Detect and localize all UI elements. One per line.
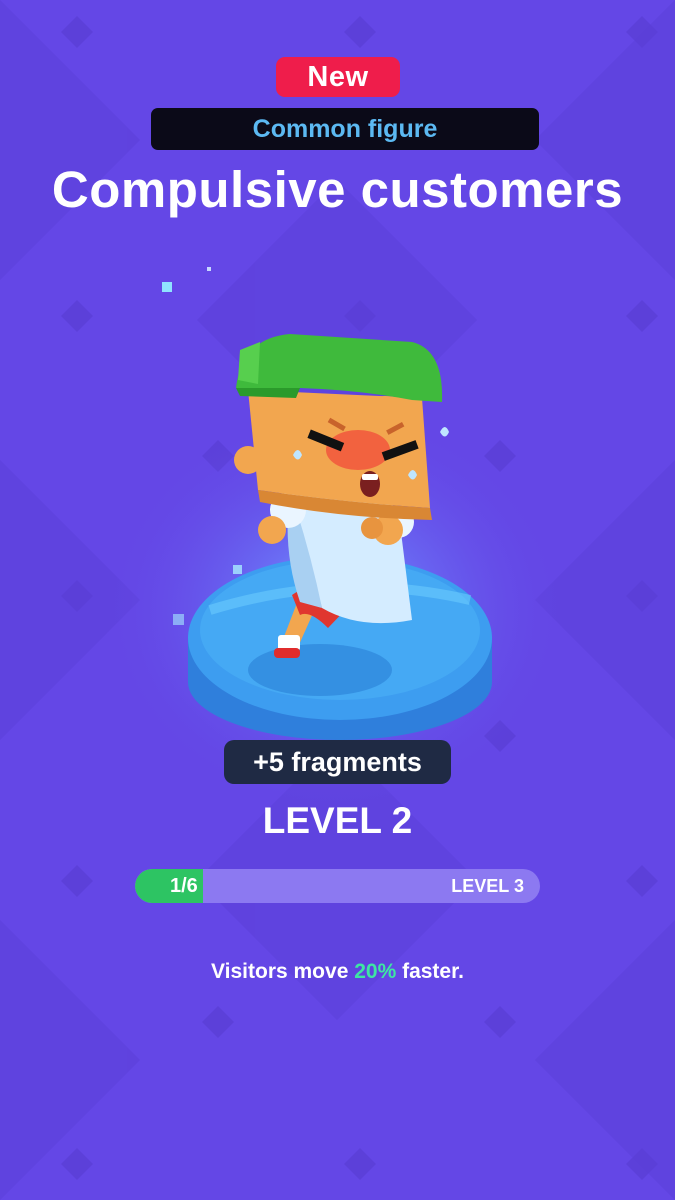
new-badge-label: New [307,60,369,93]
progress-count: 1/6 [170,875,198,897]
next-level-label: LEVEL 3 [451,876,524,896]
effect-description: Visitors move 20% faster. [0,955,675,989]
figure-name: Compulsive customers [51,161,624,218]
figure-head [234,390,449,520]
effect-suffix: faster. [396,960,464,983]
figure-illustration [188,334,492,740]
fragments-reward: +5 fragments [224,740,451,784]
rarity-banner: Common figure [151,108,539,150]
new-badge: New [276,57,400,97]
level-progress-bar: 1/6 LEVEL 3 [135,869,540,903]
current-level: LEVEL 2 [262,800,413,841]
rarity-label: Common figure [252,114,438,143]
effect-prefix: Visitors move [211,960,355,983]
effect-highlight: 20% [354,960,397,983]
fragments-label: +5 fragments [253,746,422,777]
